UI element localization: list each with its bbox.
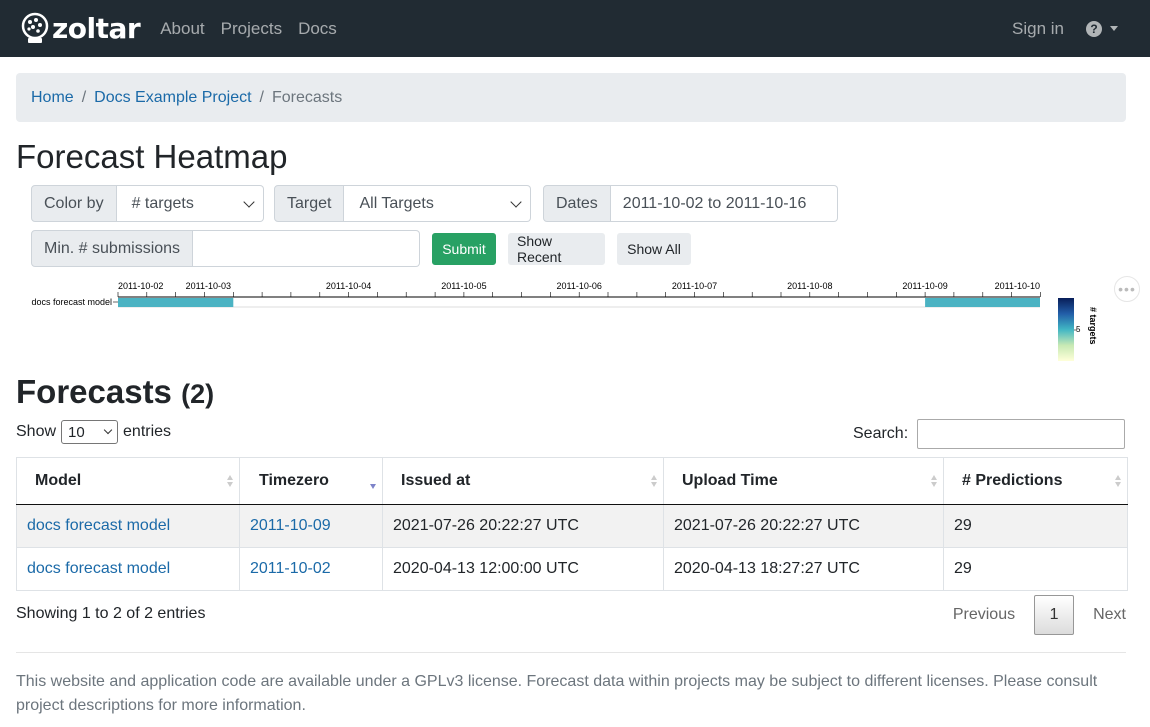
show-all-button[interactable]: Show All (617, 233, 691, 265)
target-group: Target All Targets (274, 185, 532, 222)
nav-docs[interactable]: Docs (298, 19, 337, 39)
issued-at-cell: 2021-07-26 20:22:27 UTC (382, 504, 664, 548)
table-header-row: Model Timezero Issued at Upload Time # P… (16, 457, 1128, 505)
legend-tick-label: 5 (1076, 325, 1081, 334)
color-by-label: Color by (31, 185, 117, 222)
search-input[interactable] (917, 419, 1126, 449)
submit-button[interactable]: Submit (432, 233, 496, 265)
breadcrumb-separator: / (259, 88, 264, 106)
breadcrumb-project[interactable]: Docs Example Project (94, 89, 251, 107)
sort-icon (1115, 475, 1121, 487)
axis-date-label: 2011-10-07 (672, 281, 717, 291)
search-label: Search: (853, 425, 909, 442)
top-navbar: zoltar About Projects Docs Sign in ? (0, 0, 1150, 57)
forecast-heatmap: 2011-10-02 2011-10-03 2011-10-04 2011-10-05… (31, 281, 1098, 361)
axis-date-label: 2011-10-06 (557, 281, 602, 291)
min-submissions-label: Min. # submissions (31, 230, 194, 267)
table-row: docs forecast model 2011-10-02 2020-04-1… (16, 547, 1128, 591)
breadcrumb: Home / Docs Example Project / Forecasts (16, 73, 1126, 122)
heatmap-cell (118, 298, 234, 307)
show-recent-button[interactable]: Show Recent (508, 233, 605, 265)
issued-at-cell: 2020-04-13 12:00:00 UTC (382, 547, 664, 591)
predictions-cell: 29 (943, 547, 1128, 591)
more-options-icon[interactable]: ••• (1114, 276, 1140, 302)
column-header-timezero[interactable]: Timezero (239, 457, 383, 505)
forecasts-title: Forecasts (16, 373, 172, 410)
dates-label: Dates (543, 185, 611, 222)
dates-input[interactable]: 2011-10-02 to 2011-10-16 (610, 185, 838, 222)
footer-divider (16, 652, 1126, 653)
entries-label: entries (123, 423, 172, 440)
column-header-upload-time[interactable]: Upload Time (663, 457, 944, 505)
page-1-button[interactable]: 1 (1034, 595, 1075, 635)
table-row: docs forecast model 2011-10-09 2021-07-2… (16, 504, 1128, 548)
target-select[interactable]: All Targets (344, 185, 532, 222)
column-header-predictions[interactable]: # Predictions (943, 457, 1128, 505)
help-dropdown[interactable]: ? (1086, 20, 1118, 37)
axis-date-label: 2011-10-03 (186, 281, 231, 291)
sort-icon (651, 475, 657, 487)
entries-select[interactable]: 10 (61, 420, 119, 444)
forecasts-heading: Forecasts (2) (16, 372, 214, 414)
forecasts-table: Model Timezero Issued at Upload Time # P… (16, 457, 1128, 591)
sort-icon (227, 475, 233, 487)
sort-icon (931, 475, 937, 487)
caret-down-icon (1110, 26, 1118, 31)
chevron-down-icon (510, 195, 523, 208)
target-label: Target (274, 185, 345, 222)
upload-time-cell: 2021-07-26 20:22:27 UTC (663, 504, 944, 548)
model-link[interactable]: docs forecast model (27, 517, 170, 534)
chevron-down-icon (103, 425, 113, 435)
axis-date-label: 2011-10-10 (995, 281, 1040, 291)
next-page-button[interactable]: Next (1093, 606, 1126, 624)
brand-link[interactable]: zoltar (20, 12, 141, 46)
nav-projects[interactable]: Projects (221, 19, 282, 39)
heatmap-row-label: docs forecast model (31, 297, 112, 307)
axis-date-label: 2011-10-04 (326, 281, 371, 291)
previous-page-button[interactable]: Previous (953, 606, 1015, 624)
table-info: Showing 1 to 2 of 2 entries (16, 605, 206, 622)
axis-date-label: 2011-10-09 (902, 281, 947, 291)
sign-in-link[interactable]: Sign in (1012, 19, 1064, 39)
color-by-value: # targets (131, 194, 194, 212)
timezero-link[interactable]: 2011-10-02 (250, 560, 331, 577)
predictions-cell: 29 (943, 504, 1128, 548)
pagination: Previous 1 Next (953, 595, 1126, 635)
crystal-ball-logo-icon (21, 12, 49, 43)
brand-name[interactable]: zoltar (52, 14, 141, 43)
legend-title: # targets (1088, 307, 1098, 345)
axis-date-label: 2011-10-02 (118, 281, 163, 291)
min-submissions-group: Min. # submissions (31, 230, 421, 267)
heatmap-cell (925, 298, 1040, 307)
upload-time-cell: 2020-04-13 18:27:27 UTC (663, 547, 944, 591)
axis-date-label: 2011-10-08 (787, 281, 832, 291)
timezero-link[interactable]: 2011-10-09 (250, 517, 331, 534)
min-submissions-input[interactable] (193, 230, 421, 267)
chevron-down-icon (242, 195, 255, 208)
page-title: Forecast Heatmap (16, 138, 288, 175)
footer-text: This website and application code are av… (16, 673, 1098, 714)
axis-date-label: 2011-10-05 (441, 281, 486, 291)
sort-desc-icon (370, 475, 376, 489)
column-header-model[interactable]: Model (16, 457, 240, 505)
breadcrumb-separator: / (81, 88, 87, 106)
breadcrumb-home[interactable]: Home (31, 89, 74, 107)
dates-group: Dates 2011-10-02 to 2011-10-16 (543, 185, 838, 222)
show-label: Show (16, 423, 57, 440)
nav-about[interactable]: About (160, 19, 204, 39)
target-value: All Targets (359, 194, 434, 212)
entries-value: 10 (68, 423, 85, 441)
color-by-select[interactable]: # targets (116, 185, 264, 222)
legend-color-bar (1058, 298, 1074, 361)
column-header-issued-at[interactable]: Issued at (382, 457, 664, 505)
help-icon: ? (1086, 20, 1102, 37)
breadcrumb-current: Forecasts (271, 88, 343, 106)
color-by-group: Color by # targets (31, 185, 264, 222)
table-search: Search: (853, 419, 1126, 449)
entries-length: Show 10 entries (16, 420, 171, 444)
model-link[interactable]: docs forecast model (27, 560, 170, 577)
forecasts-count: (2) (181, 379, 215, 409)
